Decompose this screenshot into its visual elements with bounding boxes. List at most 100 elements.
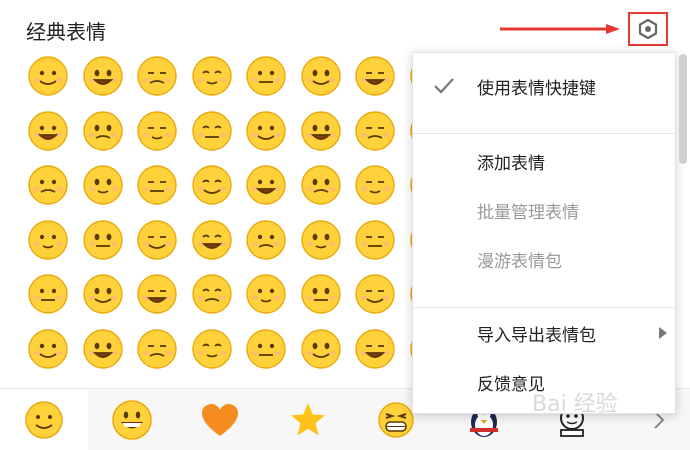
face-icon — [355, 56, 395, 96]
emoji-item[interactable] — [135, 109, 179, 153]
menu-divider — [413, 307, 677, 308]
emoji-item[interactable] — [353, 218, 397, 262]
pack-tab-classic[interactable] — [0, 389, 88, 450]
emoji-item[interactable] — [299, 54, 343, 98]
big-laugh-icon — [378, 402, 414, 438]
menu-item-label: 添加表情 — [477, 153, 545, 174]
face-icon — [191, 274, 232, 314]
face-icon — [191, 110, 232, 151]
emoji-item[interactable] — [81, 218, 125, 262]
grin-icon — [112, 400, 152, 440]
face-icon — [355, 110, 395, 151]
emoji-item[interactable] — [81, 272, 125, 316]
emoji-item[interactable] — [299, 163, 343, 207]
classic-smiley-icon — [25, 401, 63, 439]
emoji-item[interactable] — [299, 327, 343, 371]
emoji-item[interactable] — [190, 218, 234, 262]
emoji-item[interactable] — [81, 327, 125, 371]
emoji-item[interactable] — [135, 327, 179, 371]
emoji-item[interactable] — [135, 54, 179, 98]
emoji-item[interactable] — [353, 163, 397, 207]
face-icon — [82, 274, 123, 314]
emoji-item[interactable] — [81, 109, 125, 153]
emoji-item[interactable] — [135, 218, 179, 262]
face-icon — [191, 328, 232, 369]
emoji-item[interactable] — [26, 109, 70, 153]
face-icon — [300, 274, 341, 314]
emoji-item[interactable] — [299, 218, 343, 262]
emoji-item[interactable] — [244, 54, 288, 98]
menu-item-label: 漫游表情包 — [477, 251, 562, 272]
menu-item-batch-manage[interactable]: 批量管理表情 — [413, 187, 677, 233]
emoji-item[interactable] — [26, 54, 70, 98]
pack-tab-star[interactable] — [264, 389, 352, 450]
emoji-item[interactable] — [135, 163, 179, 207]
panel-title: 经典表情 — [26, 20, 106, 44]
emoji-grid — [18, 54, 504, 386]
face-icon — [82, 110, 123, 151]
face-icon — [355, 328, 395, 369]
emoji-item[interactable] — [299, 272, 343, 316]
face-icon — [246, 56, 286, 96]
emoji-item[interactable] — [135, 272, 179, 316]
face-icon — [28, 219, 68, 260]
face-icon — [246, 219, 286, 260]
face-icon — [28, 110, 68, 151]
emoji-item[interactable] — [190, 163, 234, 207]
face-icon — [137, 274, 177, 314]
emoji-item[interactable] — [244, 327, 288, 371]
emoji-item[interactable] — [244, 163, 288, 207]
face-icon — [246, 328, 286, 369]
face-icon — [355, 219, 395, 260]
menu-item-feedback[interactable]: 反馈意见 — [413, 359, 677, 405]
emoji-item[interactable] — [81, 54, 125, 98]
face-icon — [82, 328, 123, 369]
submenu-arrow-icon — [659, 327, 667, 339]
heart-icon — [202, 404, 238, 436]
menu-item-label: 反馈意见 — [477, 374, 545, 395]
pack-tab-grin[interactable] — [88, 389, 176, 450]
face-icon — [246, 110, 286, 151]
face-icon — [28, 274, 68, 314]
face-icon — [82, 56, 123, 96]
emoji-item[interactable] — [190, 109, 234, 153]
menu-item-import-export[interactable]: 导入导出表情包 — [413, 310, 677, 356]
emoji-item[interactable] — [353, 272, 397, 316]
face-icon — [300, 110, 341, 151]
face-icon — [28, 328, 68, 369]
emoji-item[interactable] — [26, 327, 70, 371]
emoji-item[interactable] — [190, 54, 234, 98]
settings-button[interactable] — [628, 12, 668, 46]
pack-tab-heart[interactable] — [176, 389, 264, 450]
emoji-item[interactable] — [244, 109, 288, 153]
face-icon — [300, 165, 341, 205]
menu-item-use-shortcut[interactable]: 使用表情快捷键 — [413, 63, 677, 109]
emoji-item[interactable] — [190, 327, 234, 371]
menu-item-roaming-pack[interactable]: 漫游表情包 — [413, 236, 677, 282]
emoji-item[interactable] — [353, 54, 397, 98]
menu-item-add-emoji[interactable]: 添加表情 — [413, 138, 677, 184]
face-icon — [191, 56, 232, 96]
emoji-item[interactable] — [353, 327, 397, 371]
emoji-item[interactable] — [244, 218, 288, 262]
emoji-item[interactable] — [26, 163, 70, 207]
checkmark-icon — [434, 78, 454, 94]
emoji-item[interactable] — [81, 163, 125, 207]
face-icon — [191, 219, 232, 260]
menu-divider — [413, 133, 677, 134]
face-icon — [28, 56, 68, 96]
face-icon — [137, 165, 177, 205]
star-icon — [291, 403, 325, 436]
emoji-item[interactable] — [299, 109, 343, 153]
gear-icon — [638, 19, 658, 39]
scrollbar[interactable] — [679, 54, 687, 164]
face-icon — [300, 56, 341, 96]
emoji-item[interactable] — [26, 272, 70, 316]
face-icon — [355, 274, 395, 314]
emoji-item[interactable] — [244, 272, 288, 316]
emoji-item[interactable] — [190, 272, 234, 316]
emoji-item[interactable] — [353, 109, 397, 153]
menu-item-label: 使用表情快捷键 — [477, 78, 596, 99]
emoji-item[interactable] — [26, 218, 70, 262]
settings-dropdown-menu: 使用表情快捷键 添加表情 批量管理表情 漫游表情包 导入导出表情包 反馈意见 — [412, 52, 677, 414]
